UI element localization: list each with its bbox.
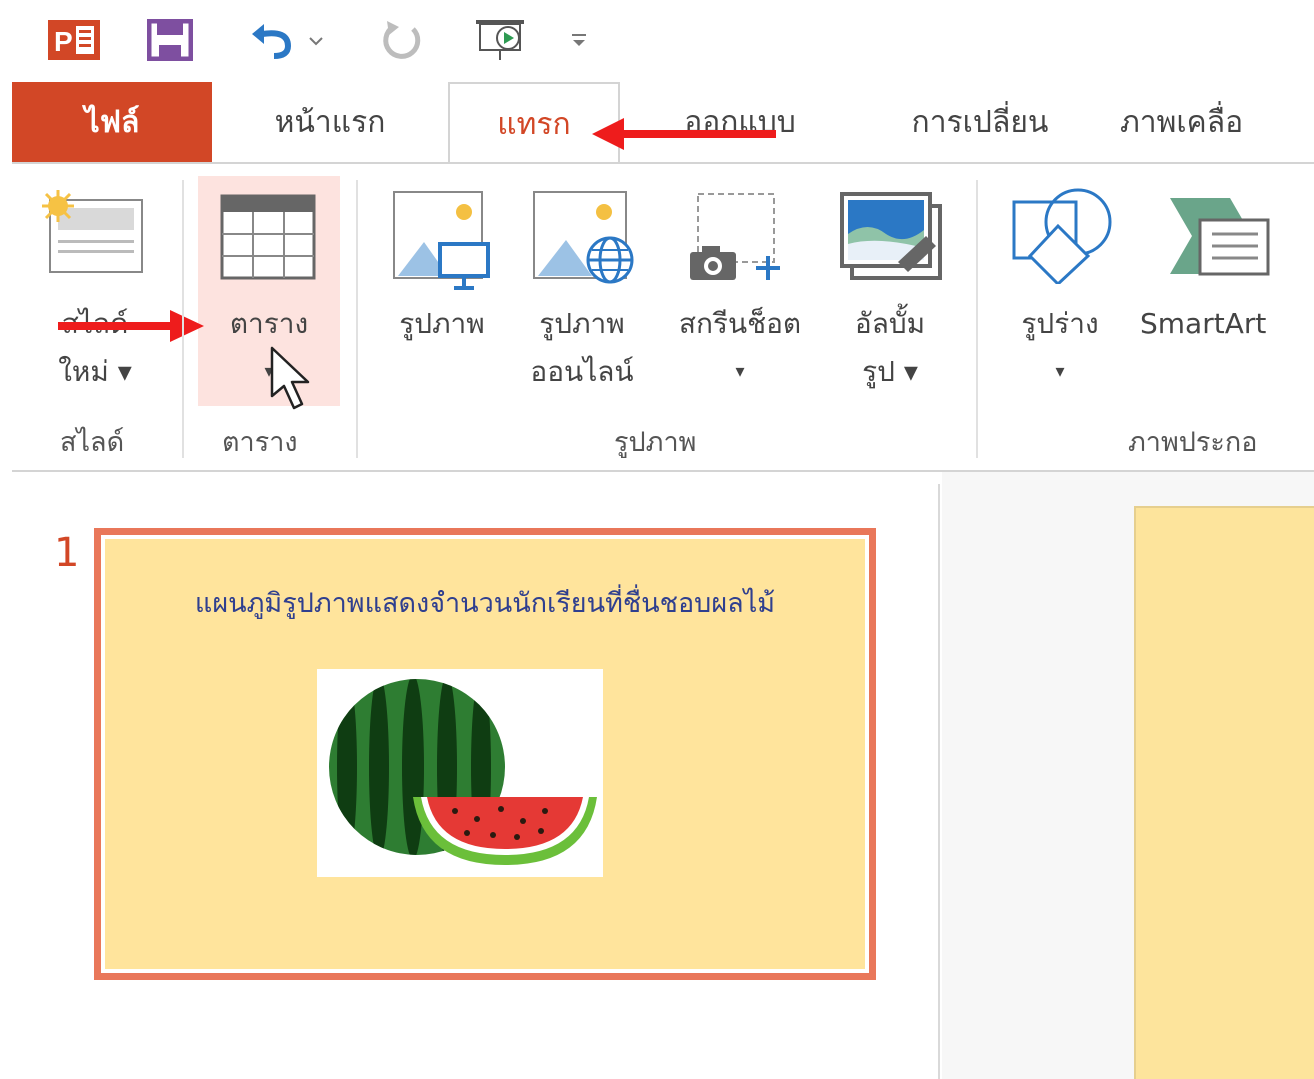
tab-transitions[interactable]: การเปลี่ยน bbox=[880, 82, 1080, 162]
shapes-icon[interactable] bbox=[1008, 184, 1118, 288]
slide-editor-canvas[interactable] bbox=[1134, 506, 1314, 1079]
photo-album-label-1: อัลบั้ม bbox=[854, 307, 926, 340]
group-separator bbox=[182, 180, 184, 458]
group-label-slides: สไลด์ bbox=[60, 427, 125, 458]
slide-thumbnail-canvas: แผนภูมิรูปภาพแสดงจำนวนนักเรียนที่ชื่นชอบ… bbox=[105, 539, 865, 969]
online-pictures-label-2: ออนไลน์ bbox=[530, 355, 634, 388]
tab-home[interactable]: หน้าแรก bbox=[250, 82, 410, 162]
group-separator bbox=[356, 180, 358, 458]
group-label-images: รูปภาพ bbox=[614, 427, 697, 458]
photo-album-button[interactable]: อัลบั้ม รูป ▾ bbox=[830, 300, 950, 396]
customize-qat-icon[interactable] bbox=[566, 20, 592, 60]
watermelon-picture bbox=[317, 669, 603, 877]
slide-title: แผนภูมิรูปภาพแสดงจำนวนนักเรียนที่ชื่นชอบ… bbox=[194, 588, 776, 619]
group-separator bbox=[976, 180, 978, 458]
shapes-label: รูปร่าง bbox=[1021, 307, 1099, 340]
tab-file[interactable]: ไฟล์ bbox=[12, 82, 212, 162]
online-pictures-button[interactable]: รูปภาพ ออนไลน์ bbox=[518, 300, 646, 396]
annotation-arrow-insert bbox=[590, 114, 780, 158]
new-slide-label-2: ใหม่ ▾ bbox=[58, 355, 132, 388]
new-slide-icon[interactable] bbox=[40, 190, 146, 280]
powerpoint-icon[interactable]: P bbox=[48, 20, 100, 60]
undo-icon[interactable] bbox=[244, 20, 328, 60]
cursor-icon bbox=[270, 346, 314, 416]
table-button[interactable]: ตาราง ▾ bbox=[198, 176, 340, 406]
photo-album-label-2: รูป ▾ bbox=[862, 355, 918, 388]
smartart-icon[interactable] bbox=[1166, 196, 1272, 280]
shapes-button[interactable]: รูปร่าง ▾ bbox=[1000, 300, 1120, 396]
screenshot-label: สกรีนช็อต bbox=[678, 307, 802, 340]
pictures-button[interactable]: รูปภาพ bbox=[378, 300, 506, 348]
screenshot-button[interactable]: สกรีนช็อต ▾ bbox=[650, 300, 830, 396]
pane-splitter[interactable] bbox=[938, 484, 940, 1079]
photo-album-icon[interactable] bbox=[838, 190, 944, 286]
slide-thumbnail[interactable]: แผนภูมิรูปภาพแสดงจำนวนนักเรียนที่ชื่นชอบ… bbox=[94, 528, 876, 980]
svg-text:P: P bbox=[54, 26, 73, 57]
smartart-button[interactable]: SmartArt bbox=[1140, 300, 1314, 348]
screenshot-icon[interactable] bbox=[684, 190, 788, 294]
online-pictures-label-1: รูปภาพ bbox=[539, 307, 625, 340]
shapes-dropdown-arrow: ▾ bbox=[1055, 361, 1065, 382]
start-slideshow-icon[interactable] bbox=[472, 20, 542, 60]
picture-icon[interactable] bbox=[392, 190, 492, 294]
online-picture-icon[interactable] bbox=[532, 190, 636, 294]
table-label: ตาราง bbox=[229, 307, 309, 340]
slide-number: 1 bbox=[54, 530, 80, 576]
table-icon bbox=[220, 194, 316, 284]
group-label-tables: ตาราง bbox=[222, 427, 298, 458]
group-label-illustrations: ภาพประกอ bbox=[1128, 427, 1258, 458]
redo-icon[interactable] bbox=[378, 20, 428, 60]
table-dropdown-arrow: ▾ bbox=[264, 361, 274, 382]
screenshot-dropdown-arrow: ▾ bbox=[735, 361, 745, 382]
save-icon[interactable] bbox=[146, 19, 194, 61]
tab-animations[interactable]: ภาพเคลื่อ bbox=[1120, 82, 1314, 162]
